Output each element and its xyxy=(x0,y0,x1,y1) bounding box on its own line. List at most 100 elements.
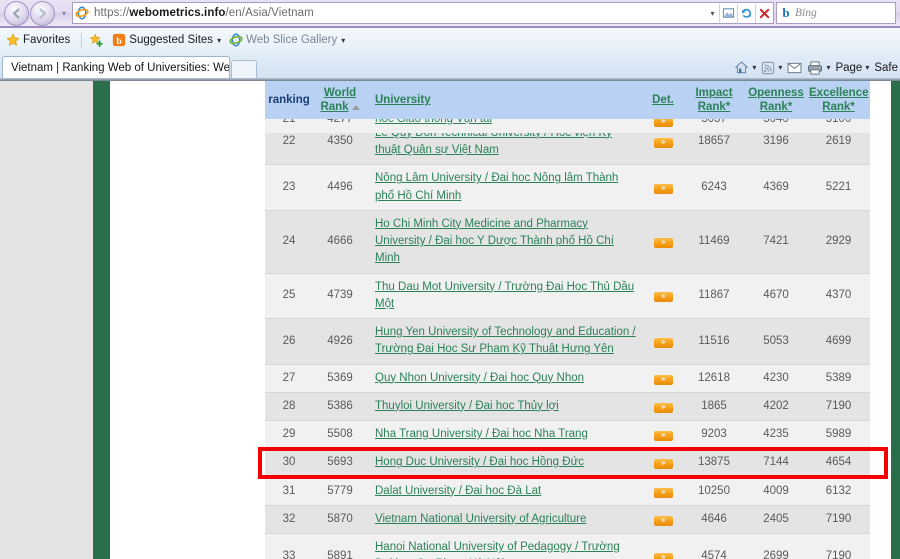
column-header-openness-rank[interactable]: Openness Rank* xyxy=(745,81,807,120)
add-to-favorites-bar-button[interactable] xyxy=(89,33,104,47)
column-header-impact-rank[interactable]: Impact Rank* xyxy=(683,81,745,120)
university-link[interactable]: Hanoi National University of Pedagogy / … xyxy=(375,541,620,559)
table-row[interactable]: 33 5891 Hanoi National University of Pedag… xyxy=(265,533,870,559)
home-chevron-down-icon[interactable]: ▾ xyxy=(752,63,756,72)
cell-university[interactable]: Vietnam National University of Agricultu… xyxy=(367,505,643,535)
university-link[interactable]: hoc Giao thông Vận tải xyxy=(375,119,492,125)
column-header-excellence-rank[interactable]: Excellence Rank* xyxy=(807,81,870,120)
cell-university[interactable]: Hung Yen University of Technology and Ed… xyxy=(367,318,643,365)
suggested-sites-button[interactable]: b Suggested Sites ▾ xyxy=(112,33,221,47)
table-row[interactable]: 31 5779 Dalat University / Đai hoc Đà Lat »… xyxy=(265,477,870,506)
stop-icon[interactable] xyxy=(755,3,773,23)
page-chevron-down-icon[interactable]: ▾ xyxy=(865,63,869,72)
cell-det[interactable]: » xyxy=(643,420,683,450)
table-row[interactable]: 30 5693 Hong Duc University / Đại hoc Hồng… xyxy=(265,448,870,478)
print-chevron-down-icon[interactable]: ▾ xyxy=(826,63,830,72)
cell-det[interactable]: » xyxy=(643,273,683,319)
feeds-chevron-down-icon[interactable]: ▾ xyxy=(778,63,782,72)
search-input[interactable]: b Bing xyxy=(776,2,896,24)
university-link[interactable]: Hung Yen University of Technology and Ed… xyxy=(375,326,636,355)
cell-university[interactable]: Thuyloi University / Đai hoc Thủy lợi xyxy=(367,392,643,422)
cell-university[interactable]: Ho Chi Minh City Medicine and Pharmacy U… xyxy=(367,210,643,274)
table-row[interactable]: 28 5386 Thuyloi University / Đai hoc Thủy … xyxy=(265,392,870,422)
university-link[interactable]: Quy Nhon University / Đai hoc Quy Nhon xyxy=(375,372,584,384)
table-row[interactable]: 25 4739 Thu Dau Mot University / Trường Đa… xyxy=(265,273,870,319)
table-row[interactable]: 26 4926 Hung Yen University of Technology … xyxy=(265,318,870,365)
university-link[interactable]: Thuyloi University / Đai hoc Thủy lợi xyxy=(375,400,559,412)
refresh-icon[interactable] xyxy=(737,3,755,23)
web-slice-chevron-down-icon[interactable]: ▾ xyxy=(341,36,345,45)
cell-det[interactable]: » xyxy=(643,318,683,365)
university-sort-link[interactable]: University xyxy=(375,94,431,106)
cell-university[interactable]: Hong Duc University / Đại hoc Hồng Đức xyxy=(367,448,643,478)
det-button[interactable]: » xyxy=(653,119,673,127)
home-button[interactable]: ▾ xyxy=(734,60,756,75)
cell-det[interactable]: » xyxy=(643,210,683,274)
university-link[interactable]: Vietnam National University of Agricultu… xyxy=(375,513,586,525)
address-input[interactable]: https://webometrics.info/en/Asia/Vietnam… xyxy=(72,2,774,24)
web-slice-gallery-button[interactable]: Web Slice Gallery ▾ xyxy=(229,33,345,47)
det-button[interactable]: » xyxy=(653,292,673,303)
table-row[interactable]: 32 5870 Vietnam National University of Agr… xyxy=(265,505,870,535)
table-row[interactable]: 21 4277 hoc Giao thông Vận tải » 3037 30… xyxy=(265,119,870,133)
cell-det[interactable]: » xyxy=(643,448,683,478)
cell-university[interactable]: Nông Lâm University / Đai hoc Nông lâm T… xyxy=(367,164,643,211)
openness-rank-sort-link[interactable]: Openness Rank* xyxy=(748,87,804,113)
det-button[interactable]: » xyxy=(653,138,673,149)
cell-university[interactable]: hoc Giao thông Vận tải xyxy=(367,119,643,133)
table-row[interactable]: 23 4496 Nông Lâm University / Đai hoc Nông… xyxy=(265,164,870,211)
cell-det[interactable]: » xyxy=(643,392,683,422)
university-link[interactable]: Hong Duc University / Đại hoc Hồng Đức xyxy=(375,456,584,468)
university-link[interactable]: Dalat University / Đai hoc Đà Lat xyxy=(375,485,541,497)
column-header-det[interactable]: Det. xyxy=(643,81,683,120)
det-button[interactable]: » xyxy=(653,552,673,559)
cell-university[interactable]: Quy Nhon University / Đai hoc Quy Nhon xyxy=(367,364,643,393)
det-button[interactable]: » xyxy=(653,238,673,248)
det-button[interactable]: » xyxy=(653,183,673,194)
det-button[interactable]: » xyxy=(653,431,673,441)
back-button[interactable] xyxy=(4,0,29,26)
university-link[interactable]: Thu Dau Mot University / Trường Đai Hoc … xyxy=(375,281,634,310)
tab-vietnam-ranking[interactable]: Vietnam | Ranking Web of Universities: W… xyxy=(2,56,230,78)
read-mail-button[interactable] xyxy=(787,62,802,74)
page-menu-button[interactable]: Page ▾ xyxy=(835,62,869,74)
forward-button[interactable] xyxy=(30,0,55,26)
table-row[interactable]: 24 4666 Ho Chi Minh City Medicine and Phar… xyxy=(265,210,870,274)
det-button[interactable]: » xyxy=(653,337,673,348)
cell-det[interactable]: » xyxy=(643,533,683,559)
table-row[interactable]: 29 5508 Nha Trang University / Đai hoc Nha… xyxy=(265,420,870,450)
cell-det[interactable]: » xyxy=(643,164,683,211)
det-sort-link[interactable]: Det. xyxy=(652,94,674,106)
university-link[interactable]: Nha Trang University / Đai hoc Nha Trang xyxy=(375,428,588,440)
det-button[interactable]: » xyxy=(653,487,673,498)
suggested-sites-chevron-down-icon[interactable]: ▾ xyxy=(217,36,221,45)
feeds-button[interactable]: ▾ xyxy=(761,61,782,75)
favorites-button[interactable]: Favorites xyxy=(6,33,70,47)
university-link[interactable]: Nông Lâm University / Đai hoc Nông lâm T… xyxy=(375,172,618,201)
compatibility-view-icon[interactable] xyxy=(719,3,737,23)
table-row[interactable]: 27 5369 Quy Nhon University / Đai hoc Quy … xyxy=(265,364,870,393)
safety-menu-button[interactable]: Safe xyxy=(874,62,898,74)
det-button[interactable]: » xyxy=(653,459,673,470)
new-tab-button[interactable] xyxy=(231,60,257,78)
cell-det[interactable]: » xyxy=(643,364,683,393)
det-button[interactable]: » xyxy=(653,374,673,385)
excellence-rank-sort-link[interactable]: Excellence Rank* xyxy=(809,87,868,113)
cell-det[interactable]: » xyxy=(643,477,683,506)
impact-rank-sort-link[interactable]: Impact Rank* xyxy=(695,87,732,113)
cell-university[interactable]: Thu Dau Mot University / Trường Đai Hoc … xyxy=(367,273,643,319)
recent-pages-chevron-down-icon[interactable]: ▾ xyxy=(58,9,70,18)
cell-det[interactable]: » xyxy=(643,505,683,535)
cell-university[interactable]: Dalat University / Đai hoc Đà Lat xyxy=(367,477,643,506)
cell-university[interactable]: Hanoi National University of Pedagogy / … xyxy=(367,533,643,559)
cell-det[interactable]: » xyxy=(643,119,683,133)
det-button[interactable]: » xyxy=(653,515,673,526)
cell-university[interactable]: Nha Trang University / Đai hoc Nha Trang xyxy=(367,420,643,450)
university-link[interactable]: Ho Chi Minh City Medicine and Pharmacy U… xyxy=(375,218,614,265)
column-header-world-rank[interactable]: World Rank xyxy=(313,81,367,120)
print-button[interactable]: ▾ xyxy=(807,60,830,75)
cell-excellence-rank: 7190 xyxy=(807,533,870,559)
column-header-university[interactable]: University xyxy=(367,81,643,120)
address-dropdown-chevron-down-icon[interactable]: ▾ xyxy=(706,9,719,18)
det-button[interactable]: » xyxy=(653,402,673,413)
